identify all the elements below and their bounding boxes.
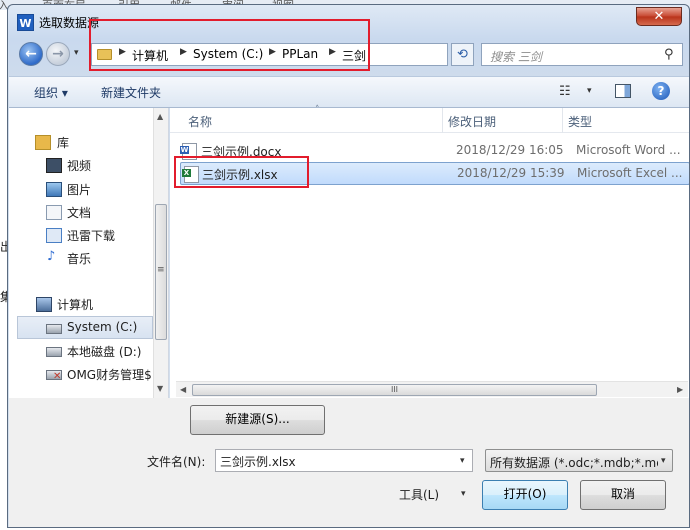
sort-ascending-icon: ˄ bbox=[315, 105, 320, 115]
change-view-icon[interactable]: ☷ bbox=[559, 84, 571, 99]
search-icon[interactable]: ⚲ bbox=[664, 47, 674, 62]
tools-menu[interactable]: 工具(L) bbox=[399, 486, 439, 503]
new-folder-button[interactable]: 新建文件夹 bbox=[101, 84, 161, 101]
pictures-icon bbox=[46, 182, 62, 197]
video-icon bbox=[46, 158, 62, 173]
nav-item-pictures[interactable]: 图片 bbox=[9, 179, 159, 200]
disconnected-icon: ✕ bbox=[53, 371, 62, 382]
navigation-pane: 库 视频 图片 文档 迅雷下载 ♪ 音乐 计算机 System (C:) 本地磁… bbox=[9, 108, 169, 398]
word-badge: W bbox=[180, 146, 189, 154]
drive-icon bbox=[46, 324, 62, 334]
nav-label: 视频 bbox=[67, 159, 92, 173]
open-button[interactable]: 打开(O) bbox=[482, 480, 568, 510]
filename-value: 三剑示例.xlsx bbox=[220, 455, 296, 469]
nav-label: OMG财务管理$ bbox=[67, 368, 151, 382]
nav-item-xunlei-download[interactable]: 迅雷下载 bbox=[9, 225, 159, 246]
word-app-icon: W bbox=[17, 14, 34, 31]
cancel-button[interactable]: 取消 bbox=[580, 480, 666, 510]
command-toolbar: 组织 ▾ 新建文件夹 ☷ ▾ ? bbox=[9, 76, 689, 108]
tools-dropdown-icon[interactable]: ▾ bbox=[461, 489, 466, 499]
nav-item-music[interactable]: ♪ 音乐 bbox=[9, 248, 159, 269]
file-type: Microsoft Excel ... bbox=[577, 166, 683, 180]
library-icon bbox=[35, 135, 51, 150]
horizontal-scrollbar[interactable]: ◀ III ▶ bbox=[176, 381, 688, 397]
recent-locations-dropdown[interactable]: ▾ bbox=[74, 48, 79, 58]
nav-pane-scrollbar[interactable]: ▲ ≡ ▼ bbox=[153, 108, 168, 398]
file-type: Microsoft Word ... bbox=[576, 143, 681, 157]
search-placeholder: 搜索 三剑 bbox=[490, 50, 542, 64]
nav-label: 迅雷下载 bbox=[67, 229, 116, 243]
annotation-box-address bbox=[89, 19, 370, 71]
nav-item-computer[interactable]: 计算机 bbox=[9, 294, 159, 315]
scroll-up-icon[interactable]: ▲ bbox=[157, 112, 163, 121]
new-source-button[interactable]: 新建源(S)... bbox=[190, 405, 325, 435]
help-icon[interactable]: ? bbox=[652, 82, 670, 100]
chevron-down-icon: ▾ bbox=[661, 456, 666, 466]
nav-label: System (C:) bbox=[67, 320, 138, 334]
nav-item-system-c[interactable]: System (C:) bbox=[9, 318, 159, 339]
column-headers: ˄ 名称 修改日期 类型 bbox=[170, 105, 689, 133]
filename-label: 文件名(N): bbox=[147, 455, 206, 469]
nav-label: 计算机 bbox=[57, 298, 94, 312]
scroll-down-icon[interactable]: ▼ bbox=[157, 384, 163, 393]
scroll-left-icon[interactable]: ◀ bbox=[180, 385, 186, 394]
search-box[interactable]: 搜索 三剑 ⚲ bbox=[481, 43, 683, 66]
computer-icon bbox=[36, 297, 52, 312]
file-list: ˄ 名称 修改日期 类型 W 三剑示例.docx 2018/12/29 16:0… bbox=[170, 105, 689, 398]
dialog-footer: 新建源(S)... 文件名(N): 三剑示例.xlsx ▾ 所有数据源 (*.o… bbox=[9, 398, 689, 527]
close-button[interactable]: ✕ bbox=[636, 7, 682, 26]
annotation-box-selected-file bbox=[174, 156, 309, 188]
file-date: 2018/12/29 16:05 bbox=[456, 143, 564, 157]
nav-label: 图片 bbox=[67, 183, 92, 197]
horizontal-scroll-thumb[interactable]: III bbox=[192, 384, 597, 396]
file-date: 2018/12/29 15:39 bbox=[457, 166, 565, 180]
scroll-right-icon[interactable]: ▶ bbox=[677, 385, 683, 394]
nav-item-omg-network-drive[interactable]: ✕ OMG财务管理$ bbox=[9, 364, 159, 385]
nav-scroll-thumb[interactable]: ≡ bbox=[155, 204, 167, 340]
column-header-type[interactable]: 类型 bbox=[568, 113, 592, 130]
nav-item-documents[interactable]: 文档 bbox=[9, 202, 159, 223]
column-header-name[interactable]: 名称 bbox=[188, 113, 212, 130]
documents-icon bbox=[46, 205, 62, 220]
filename-dropdown-icon[interactable]: ▾ bbox=[460, 456, 465, 466]
nav-item-library[interactable]: 库 bbox=[9, 132, 159, 153]
nav-label: 文档 bbox=[67, 206, 92, 220]
view-options-dropdown[interactable]: ▾ bbox=[587, 86, 592, 96]
music-icon: ♪ bbox=[47, 249, 56, 264]
column-divider[interactable] bbox=[442, 108, 443, 133]
file-type-value: 所有数据源 (*.odc;*.mdb;*.mde bbox=[490, 456, 658, 470]
file-type-select[interactable]: 所有数据源 (*.odc;*.mdb;*.mde ▾ bbox=[485, 449, 673, 472]
forward-button[interactable]: → bbox=[46, 42, 70, 66]
nav-item-video[interactable]: 视频 bbox=[9, 155, 159, 176]
preview-pane-icon[interactable] bbox=[615, 84, 631, 98]
column-divider[interactable] bbox=[562, 108, 563, 133]
nav-label: 本地磁盘 (D:) bbox=[67, 345, 142, 359]
filename-input[interactable]: 三剑示例.xlsx ▾ bbox=[215, 449, 473, 472]
select-data-source-dialog: W 选取数据源 ✕ ← → ▾ ▶ 计算机 ▶ System (C:) ▶ PP… bbox=[7, 4, 690, 528]
column-header-date[interactable]: 修改日期 bbox=[448, 113, 496, 130]
download-icon bbox=[46, 228, 62, 243]
nav-label: 音乐 bbox=[67, 252, 92, 266]
nav-label: 库 bbox=[57, 136, 70, 150]
refresh-button[interactable]: ⟲ bbox=[451, 43, 474, 66]
organize-menu[interactable]: 组织 ▾ bbox=[34, 84, 68, 101]
nav-item-local-disk-d[interactable]: 本地磁盘 (D:) bbox=[9, 341, 159, 362]
grip-icon: ≡ bbox=[157, 265, 165, 275]
drive-icon bbox=[46, 347, 62, 357]
back-button[interactable]: ← bbox=[19, 42, 43, 66]
